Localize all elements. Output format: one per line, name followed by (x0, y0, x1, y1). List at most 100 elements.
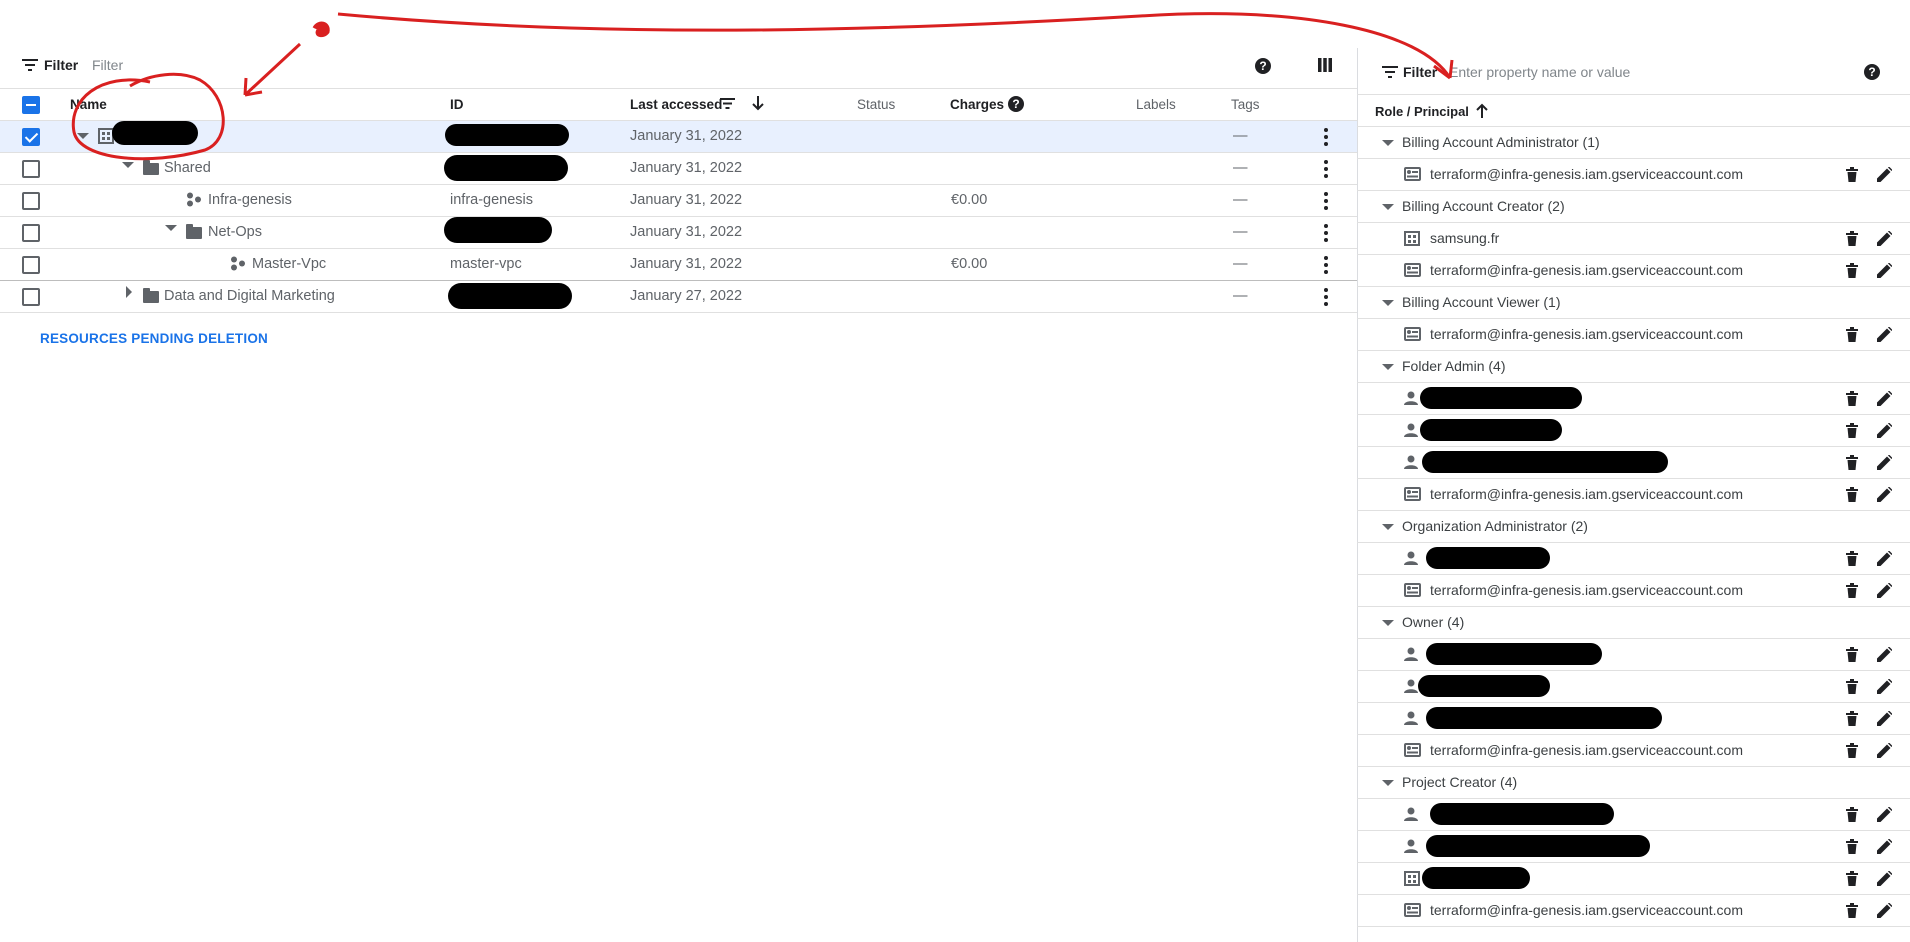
edit-icon[interactable] (1877, 327, 1892, 342)
row-last-accessed: January 31, 2022 (630, 192, 743, 208)
row-name[interactable]: Infra-genesis (208, 192, 292, 208)
person-icon (1404, 551, 1418, 565)
collapse-icon[interactable] (1382, 620, 1394, 626)
redacted-principal (1430, 803, 1614, 825)
role-group-header[interactable]: Owner (4) (1402, 614, 1464, 630)
more-actions-icon[interactable] (1324, 128, 1328, 149)
column-header-labels[interactable]: Labels (1136, 97, 1176, 112)
arrow-down-icon[interactable] (752, 96, 764, 111)
collapse-icon[interactable] (1382, 524, 1394, 530)
edit-icon[interactable] (1877, 487, 1892, 502)
charges-help-icon[interactable]: ? (1008, 96, 1024, 112)
role-group-header[interactable]: Folder Admin (4) (1402, 358, 1505, 374)
row-checkbox[interactable] (22, 192, 40, 210)
delete-icon[interactable] (1846, 807, 1858, 822)
delete-icon[interactable] (1846, 231, 1858, 246)
role-group-header[interactable]: Billing Account Administrator (1) (1402, 134, 1600, 150)
column-header-charges[interactable]: Charges (950, 97, 1004, 112)
delete-icon[interactable] (1846, 679, 1858, 694)
edit-icon[interactable] (1877, 679, 1892, 694)
edit-icon[interactable] (1877, 167, 1892, 182)
row-name[interactable]: Master-Vpc (252, 256, 326, 272)
expand-icon[interactable] (126, 286, 132, 298)
row-checkbox[interactable] (22, 128, 40, 146)
panel-filter-input[interactable]: Enter property name or value (1449, 64, 1630, 80)
edit-icon[interactable] (1877, 711, 1892, 726)
delete-icon[interactable] (1846, 647, 1858, 662)
column-header-status[interactable]: Status (857, 97, 895, 112)
delete-icon[interactable] (1846, 903, 1858, 918)
row-name[interactable]: Data and Digital Marketing (164, 288, 335, 304)
row-checkbox[interactable] (22, 224, 40, 242)
delete-icon[interactable] (1846, 551, 1858, 566)
edit-icon[interactable] (1877, 423, 1892, 438)
row-last-accessed: January 31, 2022 (630, 224, 743, 240)
edit-icon[interactable] (1877, 839, 1892, 854)
edit-icon[interactable] (1877, 263, 1892, 278)
delete-icon[interactable] (1846, 455, 1858, 470)
delete-icon[interactable] (1846, 839, 1858, 854)
edit-icon[interactable] (1877, 903, 1892, 918)
row-checkbox[interactable] (22, 160, 40, 178)
panel-help-icon[interactable]: ? (1864, 64, 1880, 80)
row-name[interactable]: Net-Ops (208, 224, 262, 240)
collapse-icon[interactable] (1382, 780, 1394, 786)
edit-icon[interactable] (1877, 807, 1892, 822)
delete-icon[interactable] (1846, 263, 1858, 278)
role-group-header[interactable]: Organization Administrator (2) (1402, 518, 1588, 534)
delete-icon[interactable] (1846, 743, 1858, 758)
row-tags: — (1233, 288, 1248, 304)
column-header-last-accessed[interactable]: Last accessed (630, 97, 722, 112)
resources-pending-deletion-link[interactable]: RESOURCES PENDING DELETION (40, 331, 268, 346)
delete-icon[interactable] (1846, 327, 1858, 342)
help-icon[interactable]: ? (1255, 58, 1271, 74)
collapse-icon[interactable] (1382, 204, 1394, 210)
row-name[interactable]: Shared (164, 160, 211, 176)
column-header-id[interactable]: ID (450, 97, 464, 112)
collapse-icon[interactable] (122, 162, 134, 168)
role-group-header[interactable]: Billing Account Creator (2) (1402, 198, 1565, 214)
collapse-icon[interactable] (1382, 140, 1394, 146)
row-last-accessed: January 31, 2022 (630, 128, 743, 144)
more-actions-icon[interactable] (1324, 192, 1328, 213)
arrow-up-icon[interactable] (1476, 103, 1488, 118)
collapse-icon[interactable] (1382, 364, 1394, 370)
delete-icon[interactable] (1846, 391, 1858, 406)
principal-email: terraform@infra-genesis.iam.gserviceacco… (1430, 262, 1743, 278)
column-header-tags[interactable]: Tags (1231, 97, 1260, 112)
sort-filter-icon[interactable] (720, 98, 735, 109)
person-icon (1404, 807, 1418, 821)
filter-input[interactable]: Filter (92, 57, 123, 73)
row-checkbox[interactable] (22, 288, 40, 306)
edit-icon[interactable] (1877, 647, 1892, 662)
edit-icon[interactable] (1877, 871, 1892, 886)
column-header-name[interactable]: Name (70, 97, 107, 112)
more-actions-icon[interactable] (1324, 256, 1328, 277)
row-checkbox[interactable] (22, 256, 40, 274)
collapse-icon[interactable] (1382, 300, 1394, 306)
delete-icon[interactable] (1846, 487, 1858, 502)
collapse-icon[interactable] (77, 133, 89, 139)
delete-icon[interactable] (1846, 167, 1858, 182)
edit-icon[interactable] (1877, 455, 1892, 470)
more-actions-icon[interactable] (1324, 224, 1328, 245)
select-all-checkbox[interactable] (22, 96, 40, 114)
redacted-principal (1420, 419, 1562, 441)
role-group-header[interactable]: Project Creator (4) (1402, 774, 1517, 790)
collapse-icon[interactable] (165, 225, 177, 231)
redacted-principal (1420, 387, 1582, 409)
edit-icon[interactable] (1877, 391, 1892, 406)
edit-icon[interactable] (1877, 743, 1892, 758)
column-display-icon[interactable] (1318, 58, 1332, 72)
edit-icon[interactable] (1877, 551, 1892, 566)
delete-icon[interactable] (1846, 711, 1858, 726)
delete-icon[interactable] (1846, 871, 1858, 886)
edit-icon[interactable] (1877, 583, 1892, 598)
delete-icon[interactable] (1846, 583, 1858, 598)
delete-icon[interactable] (1846, 423, 1858, 438)
more-actions-icon[interactable] (1324, 160, 1328, 181)
more-actions-icon[interactable] (1324, 288, 1328, 309)
edit-icon[interactable] (1877, 231, 1892, 246)
role-principal-header[interactable]: Role / Principal (1375, 104, 1469, 119)
role-group-header[interactable]: Billing Account Viewer (1) (1402, 294, 1560, 310)
